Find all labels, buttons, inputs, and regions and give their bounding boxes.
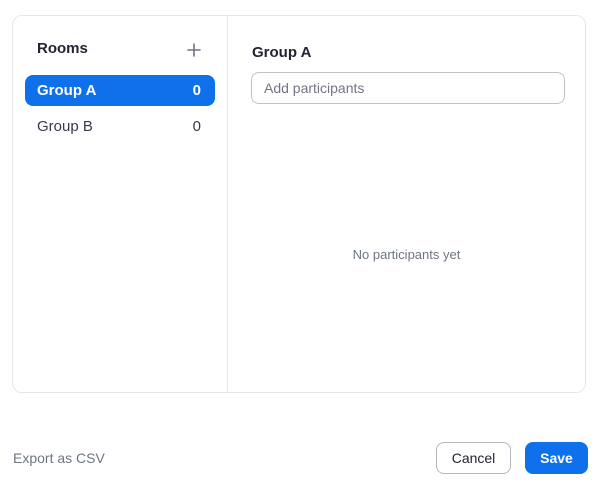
room-participant-count: 0 (192, 118, 201, 135)
breakout-rooms-panel: Rooms Group A 0 Group B 0 Group A No par… (12, 15, 586, 393)
room-item-group-a[interactable]: Group A 0 (25, 75, 215, 106)
cancel-button[interactable]: Cancel (436, 442, 511, 474)
room-name: Group B (37, 118, 93, 135)
room-list: Group A 0 Group B 0 (25, 75, 215, 147)
add-participants-input[interactable] (251, 72, 565, 104)
export-csv-link[interactable]: Export as CSV (13, 450, 105, 466)
add-room-button[interactable] (183, 39, 205, 61)
save-button[interactable]: Save (525, 442, 588, 474)
dialog-footer: Export as CSV Cancel Save (12, 442, 588, 474)
room-participant-count: 0 (192, 82, 201, 99)
room-item-group-b[interactable]: Group B 0 (25, 111, 215, 142)
room-detail: Group A No participants yet (228, 16, 585, 392)
empty-participants-message: No participants yet (352, 247, 461, 262)
room-name: Group A (37, 82, 97, 99)
rooms-header: Rooms (37, 40, 205, 60)
rooms-sidebar: Rooms Group A 0 Group B 0 (13, 16, 228, 392)
rooms-title: Rooms (37, 40, 88, 57)
selected-room-title: Group A (252, 44, 312, 61)
plus-icon (187, 43, 201, 57)
